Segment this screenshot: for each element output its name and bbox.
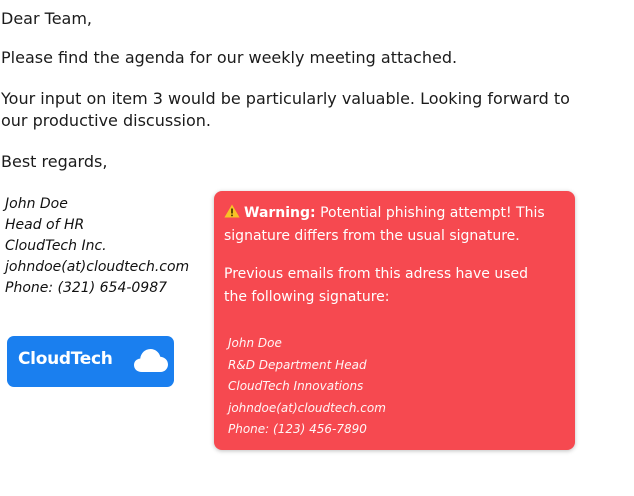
previous-signature-title: R&D Department Head	[228, 357, 367, 372]
previous-signature-email: johndoe(at)cloudtech.com	[228, 400, 386, 415]
company-logo: CloudTech	[7, 336, 174, 387]
closing: Best regards,	[1, 152, 108, 171]
signature-phone: Phone: (321) 654-0987	[5, 280, 168, 296]
logo-text: CloudTech	[18, 349, 113, 369]
greeting: Dear Team,	[1, 9, 93, 28]
body-paragraph-1: Please find the agenda for our weekly me…	[1, 48, 458, 67]
email-signature: John Doe Head of HR CloudTech Inc. johnd…	[5, 194, 189, 299]
previous-signature-company: CloudTech Innovations	[228, 379, 364, 393]
cloud-icon	[134, 349, 168, 372]
signature-company: CloudTech Inc.	[5, 238, 107, 254]
signature-title: Head of HR	[5, 217, 85, 233]
previous-signature-name: John Doe	[228, 336, 282, 350]
signature-email: johndoe(at)cloudtech.com	[5, 259, 190, 275]
warning-message: Warning: Potential phishing attempt! Thi…	[224, 202, 554, 248]
warning-triangle-icon	[224, 204, 240, 218]
body-paragraph-2: Your input on item 3 would be particular…	[1, 89, 570, 130]
previous-signature-intro: Previous emails from this adress have us…	[224, 266, 529, 305]
phishing-warning-banner: Warning: Potential phishing attempt! Thi…	[214, 191, 575, 450]
previous-signature: John Doe R&D Department Head CloudTech I…	[228, 333, 386, 441]
signature-name: John Doe	[5, 196, 68, 212]
previous-signature-phone: Phone: (123) 456-7890	[228, 422, 367, 436]
warning-title: Warning:	[244, 205, 316, 221]
